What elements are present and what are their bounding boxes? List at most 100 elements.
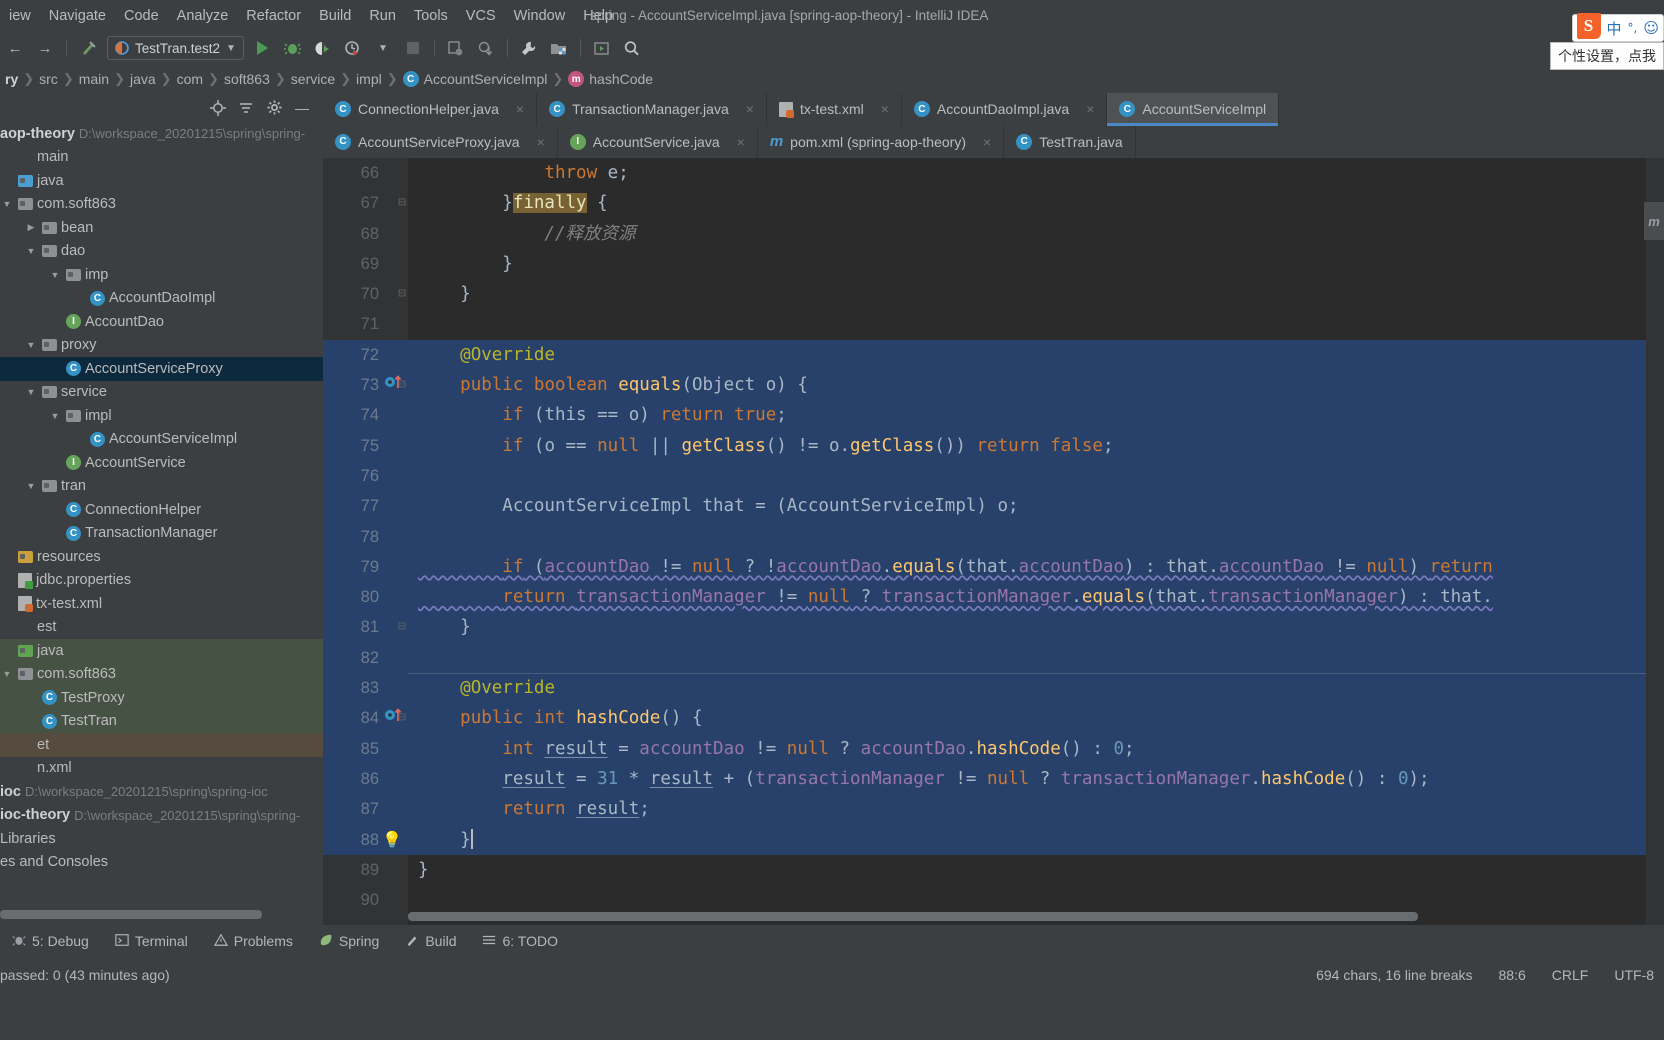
collapse-all-icon[interactable] bbox=[233, 97, 259, 119]
tree-row-proxy[interactable]: ▼ proxy bbox=[0, 334, 323, 358]
tree-row-accountdaoimpl[interactable]: C AccountDaoImpl bbox=[0, 287, 323, 311]
code-line-81[interactable]: 81 ⊟ } bbox=[323, 612, 1664, 643]
editor-content[interactable]: 66 throw e; 67 ⊟ }finally {68 //释放资源 69 } 70… bbox=[323, 158, 1664, 925]
code-line-67[interactable]: 67 ⊟ }finally { bbox=[323, 188, 1664, 218]
breadcrumb-item-method[interactable]: m hashCode bbox=[563, 71, 658, 87]
code-line-68[interactable]: 68 //释放资源 bbox=[323, 219, 1664, 249]
chevron-down-icon[interactable]: ▼ bbox=[24, 340, 38, 350]
tree-row-accountdao[interactable]: I AccountDao bbox=[0, 310, 323, 334]
breadcrumb-item-com[interactable]: com bbox=[172, 71, 208, 87]
menu-item-window[interactable]: Window bbox=[505, 5, 575, 27]
code-line-78[interactable]: 78 bbox=[323, 521, 1664, 552]
code-line-69[interactable]: 69 } bbox=[323, 249, 1664, 279]
editor-tab-accountserviceproxy-java[interactable]: C AccountServiceProxy.java × bbox=[323, 125, 558, 158]
hide-window-icon[interactable]: — bbox=[289, 97, 315, 119]
breadcrumb-item-src[interactable]: src bbox=[34, 71, 63, 87]
editor-tab-accountserviceimpl[interactable]: C AccountServiceImpl bbox=[1107, 93, 1280, 126]
code-line-84[interactable]: 84 ⊟ public int hashCode() { bbox=[323, 703, 1664, 734]
editor-tab-accountdaoimpl-java[interactable]: C AccountDaoImpl.java × bbox=[902, 93, 1108, 126]
status-encoding[interactable]: UTF-8 bbox=[1614, 967, 1654, 983]
code-fold-icon[interactable]: ⊟ bbox=[393, 188, 411, 218]
editor-tab-pom-xml-spring-aop-theory-[interactable]: m pom.xml (spring-aop-theory) × bbox=[758, 125, 1005, 158]
tree-row-accountservice[interactable]: I AccountService bbox=[0, 451, 323, 475]
menu-item-navigate[interactable]: Navigate bbox=[40, 5, 115, 27]
scratches-row[interactable]: es and Consoles bbox=[0, 851, 323, 875]
tool-window-todo[interactable]: 6: TODO bbox=[470, 933, 570, 950]
close-icon[interactable]: × bbox=[881, 101, 889, 117]
ime-mode-label[interactable]: 中 bbox=[1607, 18, 1622, 39]
menu-item-tools[interactable]: Tools bbox=[405, 5, 457, 27]
forward-arrow-icon[interactable]: → bbox=[30, 35, 60, 61]
tool-window-debug[interactable]: 5: Debug bbox=[0, 933, 101, 950]
project-tool-window[interactable]: — aop-theory D:\workspace_20201215\sprin… bbox=[0, 93, 323, 925]
tool-window-problems[interactable]: Problems bbox=[202, 933, 305, 950]
back-arrow-icon[interactable]: ← bbox=[0, 35, 30, 61]
close-icon[interactable]: × bbox=[983, 134, 991, 150]
locate-icon[interactable] bbox=[205, 97, 231, 119]
project-tree[interactable]: aop-theory D:\workspace_20201215\spring\… bbox=[0, 122, 323, 874]
close-icon[interactable]: × bbox=[516, 101, 524, 117]
tree-row-impl[interactable]: ▼ impl bbox=[0, 404, 323, 428]
tree-row-resources[interactable]: resources bbox=[0, 545, 323, 569]
chevron-down-icon[interactable]: ▼ bbox=[48, 270, 62, 280]
module-row-ioc-theory[interactable]: ioc-theory D:\workspace_20201215\spring\… bbox=[0, 804, 323, 828]
tree-row-testtran[interactable]: C TestTran bbox=[0, 709, 323, 733]
editor-tab-transactionmanager-java[interactable]: C TransactionManager.java × bbox=[537, 93, 767, 126]
code-line-83[interactable]: 83 @Override bbox=[323, 673, 1664, 704]
tree-row-transactionmanager[interactable]: C TransactionManager bbox=[0, 522, 323, 546]
code-line-82[interactable]: 82 bbox=[323, 642, 1664, 674]
chevron-down-icon[interactable]: ▼ bbox=[226, 43, 236, 54]
chevron-down-icon[interactable]: ▼ bbox=[0, 669, 14, 679]
tool-window-terminal[interactable]: Terminal bbox=[103, 933, 200, 950]
close-icon[interactable]: × bbox=[746, 101, 754, 117]
code-line-70[interactable]: 70 ⊟ } bbox=[323, 279, 1664, 309]
editor-tab-connectionhelper-java[interactable]: C ConnectionHelper.java × bbox=[323, 93, 538, 126]
tree-row-dao[interactable]: ▼ dao bbox=[0, 240, 323, 264]
commit-icon[interactable] bbox=[471, 35, 501, 61]
editor-horizontal-scrollbar[interactable] bbox=[408, 912, 1664, 921]
editor-tab-tx-test-xml[interactable]: tx-test.xml × bbox=[767, 93, 902, 126]
tree-row-java[interactable]: java bbox=[0, 639, 323, 663]
search-everywhere-icon[interactable] bbox=[617, 35, 647, 61]
stop-button[interactable] bbox=[398, 35, 428, 61]
breadcrumb-item-class[interactable]: C AccountServiceImpl bbox=[398, 71, 553, 87]
tree-row-tx-test-xml[interactable]: tx-test.xml bbox=[0, 592, 323, 616]
code-line-77[interactable]: 77 AccountServiceImpl that = (AccountSer… bbox=[323, 491, 1664, 522]
editor-tab-testtran-java[interactable]: C TestTran.java bbox=[1004, 125, 1136, 158]
profile-dropdown-icon[interactable]: ▼ bbox=[368, 35, 398, 61]
profile-button[interactable] bbox=[338, 35, 368, 61]
tree-row-testproxy[interactable]: C TestProxy bbox=[0, 686, 323, 710]
tree-row-bean[interactable]: ▶ bean bbox=[0, 216, 323, 240]
select-in-icon[interactable] bbox=[587, 35, 617, 61]
code-line-73[interactable]: 73 ⊟ public boolean equals(Object o) { bbox=[323, 370, 1664, 401]
sogou-ime-toolbar[interactable]: S 中 °, ☺ bbox=[1571, 13, 1664, 42]
code-fold-icon[interactable]: ⊟ bbox=[393, 612, 411, 642]
code-line-71[interactable]: 71 bbox=[323, 309, 1664, 339]
breadcrumb-item-java[interactable]: java bbox=[125, 71, 161, 87]
code-line-87[interactable]: 87 return result; bbox=[323, 794, 1664, 825]
tree-row-accountserviceimpl[interactable]: C AccountServiceImpl bbox=[0, 428, 323, 452]
ime-punctuation-icon[interactable]: °, bbox=[1628, 21, 1638, 35]
menu-item-refactor[interactable]: Refactor bbox=[237, 5, 310, 27]
chevron-down-icon[interactable]: ▼ bbox=[24, 481, 38, 491]
code-line-90[interactable]: 90 bbox=[323, 885, 1664, 915]
code-line-72[interactable]: 72 @Override bbox=[323, 339, 1664, 371]
menu-item-view[interactable]: iew bbox=[0, 5, 40, 27]
tree-row-com-soft863[interactable]: ▼ com.soft863 bbox=[0, 193, 323, 217]
menu-item-run[interactable]: Run bbox=[360, 5, 405, 27]
sidebar-horizontal-scrollbar[interactable] bbox=[0, 910, 323, 919]
code-line-80[interactable]: 80 return transactionManager != null ? t… bbox=[323, 582, 1664, 613]
tool-window-build[interactable]: Build bbox=[393, 933, 468, 950]
breadcrumb-item-impl[interactable]: impl bbox=[351, 71, 387, 87]
code-line-86[interactable]: 86 result = 31 * result + (transactionMa… bbox=[323, 763, 1664, 795]
breadcrumb-item-0[interactable]: ry bbox=[0, 71, 23, 87]
code-line-88[interactable]: 88 💡 } bbox=[323, 824, 1664, 855]
close-icon[interactable]: × bbox=[1086, 101, 1094, 117]
breadcrumb-item-soft863[interactable]: soft863 bbox=[219, 71, 275, 87]
tool-window-spring[interactable]: Spring bbox=[307, 933, 391, 950]
tree-row-imp[interactable]: ▼ imp bbox=[0, 263, 323, 287]
tree-row-com-soft863[interactable]: ▼ com.soft863 bbox=[0, 662, 323, 686]
code-line-89[interactable]: 89} bbox=[323, 855, 1664, 885]
chevron-right-icon[interactable]: ▶ bbox=[24, 222, 38, 233]
code-line-79[interactable]: 79 if (accountDao != null ? !accountDao.… bbox=[323, 551, 1664, 583]
